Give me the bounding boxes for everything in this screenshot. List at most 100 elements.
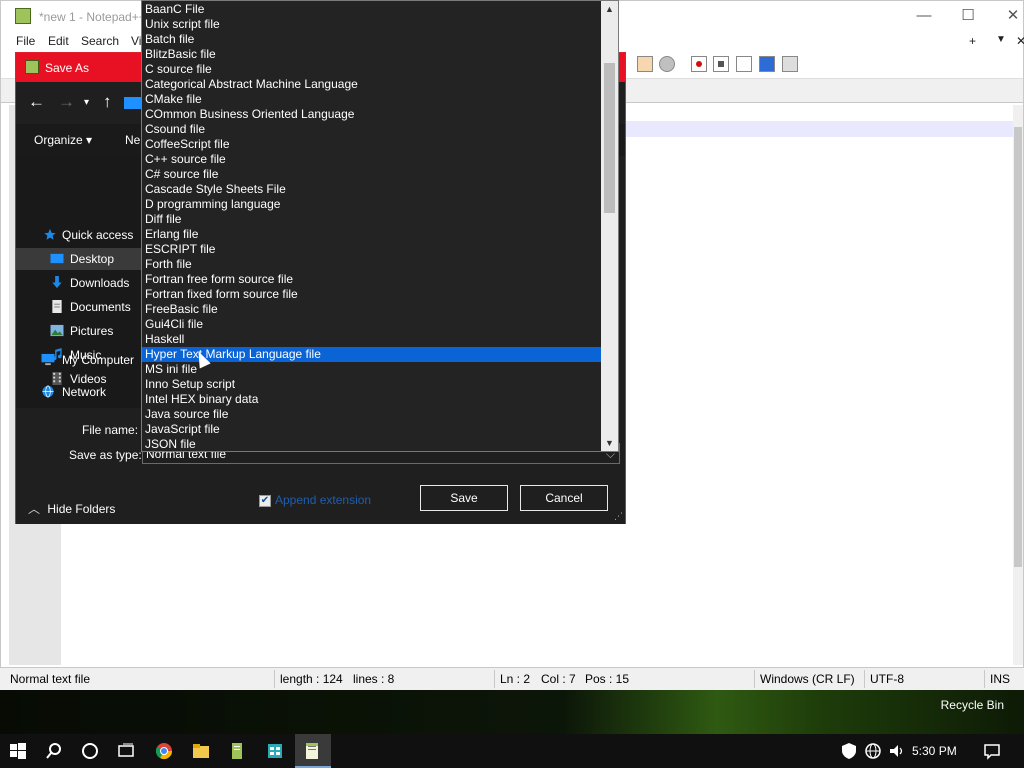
file-type-option[interactable]: BlitzBasic file bbox=[142, 47, 602, 62]
file-type-option[interactable]: Inno Setup script bbox=[142, 377, 602, 392]
nav-quick-access[interactable]: Quick access bbox=[16, 224, 142, 246]
status-ln: Ln : 2 bbox=[500, 672, 531, 686]
nav-downloads[interactable]: Downloads bbox=[16, 272, 142, 294]
nav-network[interactable]: Network bbox=[16, 381, 142, 403]
playback-macro-icon[interactable] bbox=[736, 56, 752, 72]
scroll-up-arrow-icon[interactable]: ▲ bbox=[601, 1, 618, 17]
cancel-button[interactable]: Cancel bbox=[520, 485, 608, 511]
macro-toolbar-icon[interactable] bbox=[637, 56, 653, 72]
nav-my-computer[interactable]: My Computer bbox=[16, 349, 142, 371]
hide-folders-button[interactable]: ︿ Hide Folders bbox=[28, 500, 115, 517]
file-type-dropdown-list[interactable]: BaanC File Unix script file Batch file Blit… bbox=[141, 0, 619, 452]
menu-view[interactable]: Vi bbox=[131, 34, 141, 48]
dialog-title: Save As bbox=[45, 61, 90, 75]
dropdown-scrollbar[interactable]: ▲ ▼ bbox=[601, 1, 618, 451]
file-type-option[interactable]: Batch file bbox=[142, 32, 602, 47]
forward-arrow-icon[interactable]: → bbox=[58, 92, 75, 112]
record-macro-icon[interactable] bbox=[691, 56, 707, 72]
close-tab-button[interactable]: ✕ bbox=[1016, 34, 1024, 48]
scroll-down-arrow-icon[interactable]: ▼ bbox=[601, 435, 618, 451]
resize-grip-icon[interactable]: ⋰ bbox=[614, 511, 623, 522]
spreadsheet-app-icon[interactable] bbox=[266, 742, 284, 760]
file-type-option[interactable]: Haskell bbox=[142, 332, 602, 347]
file-type-option[interactable]: Categorical Abstract Machine Language bbox=[142, 77, 602, 92]
volume-icon[interactable] bbox=[888, 742, 906, 760]
play-toolbar-icon[interactable] bbox=[659, 56, 675, 72]
checkmark-icon[interactable]: ✔ bbox=[259, 495, 271, 507]
file-type-option[interactable]: Forth file bbox=[142, 257, 602, 272]
file-type-option[interactable]: MS ini file bbox=[142, 362, 602, 377]
recent-locations-chevron-icon[interactable]: ▾ bbox=[84, 97, 89, 108]
minimize-button[interactable]: — bbox=[915, 7, 933, 25]
nav-documents[interactable]: Documents bbox=[16, 296, 142, 318]
maximize-button[interactable]: ☐ bbox=[959, 7, 977, 25]
star-icon bbox=[44, 228, 56, 240]
file-type-option[interactable]: Java source file bbox=[142, 407, 602, 422]
menu-search[interactable]: Search bbox=[81, 34, 119, 48]
file-type-option[interactable]: Unix script file bbox=[142, 17, 602, 32]
menu-edit[interactable]: Edit bbox=[48, 34, 69, 48]
file-type-option[interactable]: CoffeeScript file bbox=[142, 137, 602, 152]
desktop-icon bbox=[50, 253, 64, 264]
tab-list-button[interactable]: ▼ bbox=[996, 34, 1006, 45]
close-button[interactable]: ✕ bbox=[1004, 7, 1022, 25]
file-type-option[interactable]: Gui4Cli file bbox=[142, 317, 602, 332]
task-view-icon[interactable] bbox=[117, 742, 135, 760]
save-button[interactable]: Save bbox=[420, 485, 508, 511]
file-type-option[interactable]: FreeBasic file bbox=[142, 302, 602, 317]
recycle-bin-label[interactable]: Recycle Bin bbox=[941, 698, 1004, 712]
chrome-icon[interactable] bbox=[155, 742, 173, 760]
file-type-option[interactable]: COmmon Business Oriented Language bbox=[142, 107, 602, 122]
notepadpp-taskbar-icon[interactable] bbox=[228, 742, 246, 760]
status-separator bbox=[494, 670, 495, 688]
editor-scrollbar[interactable] bbox=[1013, 105, 1023, 665]
nav-desktop[interactable]: Desktop bbox=[16, 248, 142, 270]
file-type-option[interactable]: Hyper Text Markup Language file bbox=[142, 347, 602, 362]
up-arrow-icon[interactable]: ↑ bbox=[103, 92, 112, 112]
menu-file[interactable]: File bbox=[16, 34, 35, 48]
save-macro-icon[interactable] bbox=[782, 56, 798, 72]
file-type-option[interactable]: Diff file bbox=[142, 212, 602, 227]
file-type-option[interactable]: JavaScript file bbox=[142, 422, 602, 437]
taskbar: 5:30 PM bbox=[0, 734, 1024, 768]
scrollbar-thumb[interactable] bbox=[604, 63, 615, 213]
file-type-option[interactable]: ESCRIPT file bbox=[142, 242, 602, 257]
new-folder-button[interactable]: Ne bbox=[125, 133, 140, 147]
file-type-option[interactable]: C source file bbox=[142, 62, 602, 77]
organize-button[interactable]: Organize ▾ bbox=[34, 133, 92, 147]
nav-pictures[interactable]: Pictures bbox=[16, 320, 142, 342]
file-type-option[interactable]: Csound file bbox=[142, 122, 602, 137]
nav-label: Downloads bbox=[70, 276, 130, 290]
address-bar-desktop-icon[interactable] bbox=[124, 97, 142, 109]
stop-macro-icon[interactable] bbox=[713, 56, 729, 72]
back-arrow-icon[interactable]: ← bbox=[28, 92, 45, 112]
notepadpp-icon bbox=[15, 8, 31, 24]
notepadpp-running-icon[interactable] bbox=[303, 742, 321, 760]
file-type-option[interactable]: Fortran fixed form source file bbox=[142, 287, 602, 302]
file-type-option[interactable]: JSON file bbox=[142, 437, 602, 452]
file-type-option[interactable]: C# source file bbox=[142, 167, 602, 182]
file-type-option[interactable]: Erlang file bbox=[142, 227, 602, 242]
network-globe-icon[interactable] bbox=[864, 742, 882, 760]
file-type-option[interactable]: BaanC File bbox=[142, 2, 602, 17]
add-tab-button[interactable]: + bbox=[969, 34, 976, 48]
file-explorer-icon[interactable] bbox=[192, 742, 210, 760]
status-encoding: UTF-8 bbox=[870, 672, 904, 686]
file-type-option[interactable]: Cascade Style Sheets File bbox=[142, 182, 602, 197]
action-center-icon[interactable] bbox=[983, 742, 1001, 760]
download-arrow-icon bbox=[52, 276, 62, 289]
security-shield-icon[interactable] bbox=[840, 742, 858, 760]
cortana-icon[interactable] bbox=[81, 742, 99, 760]
scrollbar-thumb[interactable] bbox=[1014, 127, 1022, 567]
file-type-option[interactable]: Intel HEX binary data bbox=[142, 392, 602, 407]
file-type-option[interactable]: CMake file bbox=[142, 92, 602, 107]
file-type-option[interactable]: D programming language bbox=[142, 197, 602, 212]
status-separator bbox=[274, 670, 275, 688]
status-eol: Windows (CR LF) bbox=[760, 672, 855, 686]
file-type-option[interactable]: Fortran free form source file bbox=[142, 272, 602, 287]
taskbar-clock[interactable]: 5:30 PM bbox=[912, 744, 957, 758]
run-macro-multiple-icon[interactable] bbox=[759, 56, 775, 72]
search-icon[interactable] bbox=[45, 742, 63, 760]
file-type-option[interactable]: C++ source file bbox=[142, 152, 602, 167]
windows-start-icon[interactable] bbox=[9, 742, 27, 760]
